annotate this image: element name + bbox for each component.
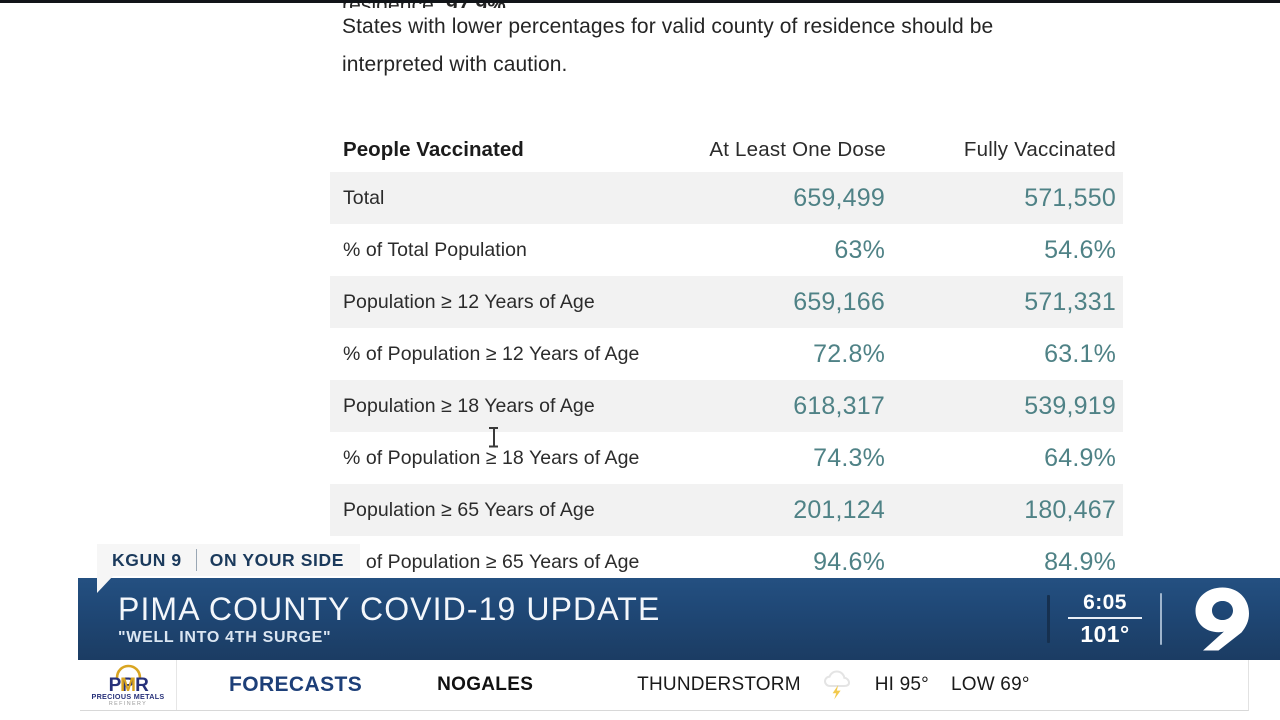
lower-third-right-cluster: 6:05 101° [1047, 578, 1256, 660]
station-tab-tail [97, 576, 113, 593]
row-value-at-least-one-dose: 618,317 [793, 391, 885, 420]
row-label: Population ≥ 65 Years of Age [343, 499, 595, 521]
row-label: Population ≥ 12 Years of Age [343, 291, 595, 313]
ticker-city: NOGALES [437, 674, 534, 695]
thunderstorm-icon [823, 670, 850, 700]
station-tagline: ON YOUR SIDE [209, 549, 344, 570]
banner-divider-right [1160, 593, 1162, 645]
intro-paragraph: residence: 97.9% States with lower perce… [342, 3, 1102, 84]
row-value-at-least-one-dose: 659,499 [793, 183, 885, 212]
table-row: % of Population ≥ 12 Years of Age 72.8% … [330, 328, 1123, 380]
ticker-low-temp: LOW 69° [950, 674, 1030, 695]
row-value-fully-vaccinated: 539,919 [1024, 391, 1116, 420]
sponsor-logo-container: P P M R PRECIOUS METALS REFINERY [80, 660, 177, 710]
row-value-fully-vaccinated: 63.1% [1044, 339, 1116, 368]
row-label: Total [343, 187, 385, 209]
table-row: Population ≥ 12 Years of Age 659,166 571… [330, 276, 1123, 328]
table-header-row: People Vaccinated At Least One Dose Full… [330, 127, 1123, 172]
row-label: % of Population ≥ 65 Years of Age [343, 551, 640, 573]
table-row: Population ≥ 65 Years of Age 201,124 180… [330, 484, 1123, 536]
station-name: KGUN 9 [112, 549, 182, 570]
current-temperature: 101° [1080, 621, 1130, 647]
station-tab-divider [195, 549, 197, 571]
row-value-fully-vaccinated: 180,467 [1024, 495, 1116, 524]
table-row: Total 659,499 571,550 [330, 172, 1123, 224]
ticker-section-label: FORECASTS [229, 673, 363, 696]
row-value-fully-vaccinated: 571,550 [1024, 183, 1116, 212]
row-value-at-least-one-dose: 659,166 [793, 287, 885, 316]
row-value-fully-vaccinated: 84.9% [1044, 547, 1116, 576]
intro-line-2: interpreted with caution. [342, 53, 568, 76]
table-row: Population ≥ 18 Years of Age 618,317 539… [330, 380, 1123, 432]
lower-third-subhead: "WELL INTO 4TH SURGE" [118, 629, 332, 646]
row-value-at-least-one-dose: 63% [834, 235, 885, 264]
weather-ticker-bar: P P M R PRECIOUS METALS REFINERY FORECAS… [80, 660, 1249, 711]
row-value-at-least-one-dose: 74.3% [813, 443, 885, 472]
intro-line-1: States with lower percentages for valid … [342, 15, 994, 38]
row-value-fully-vaccinated: 64.9% [1044, 443, 1116, 472]
svg-text:REFINERY: REFINERY [109, 701, 147, 706]
station-branding-tab: KGUN 9 ON YOUR SIDE [97, 544, 360, 576]
row-label: Population ≥ 18 Years of Age [343, 395, 595, 417]
table-header-at-least-one-dose: At Least One Dose [709, 137, 886, 161]
table-header-row-label: People Vaccinated [343, 137, 524, 161]
current-time: 6:05 [1083, 591, 1127, 614]
clock-temp-rule [1068, 617, 1142, 619]
row-label: % of Population ≥ 18 Years of Age [343, 447, 640, 469]
lower-third-headline: PIMA COUNTY COVID-19 UPDATE [118, 591, 661, 627]
table-header-fully-vaccinated: Fully Vaccinated [963, 137, 1116, 161]
row-value-fully-vaccinated: 54.6% [1044, 235, 1116, 264]
clock-and-temperature: 6:05 101° [1068, 591, 1142, 647]
row-value-at-least-one-dose: 201,124 [793, 495, 885, 524]
lower-third-banner: PIMA COUNTY COVID-19 UPDATE "WELL INTO 4… [78, 578, 1280, 660]
lower-third-text-block: PIMA COUNTY COVID-19 UPDATE "WELL INTO 4… [118, 591, 660, 647]
table-row: % of Total Population 63% 54.6% [330, 224, 1123, 276]
row-value-fully-vaccinated: 571,331 [1024, 287, 1116, 316]
ticker-high-temp: HI 95° [874, 674, 929, 695]
row-label: % of Total Population [343, 239, 527, 261]
table-row: % of Population ≥ 18 Years of Age 74.3% … [330, 432, 1123, 484]
channel-nine-logo-icon [1195, 587, 1249, 651]
row-label: % of Population ≥ 12 Years of Age [343, 343, 640, 365]
svg-text:PRECIOUS METALS: PRECIOUS METALS [91, 692, 164, 701]
people-vaccinated-table: People Vaccinated At Least One Dose Full… [330, 127, 1123, 588]
banner-divider-left [1047, 595, 1050, 643]
ticker-condition: THUNDERSTORM [637, 674, 801, 695]
row-value-at-least-one-dose: 94.6% [813, 547, 885, 576]
row-value-at-least-one-dose: 72.8% [813, 339, 885, 368]
pmr-sponsor-logo-icon: P P M R PRECIOUS METALS REFINERY [91, 664, 164, 706]
